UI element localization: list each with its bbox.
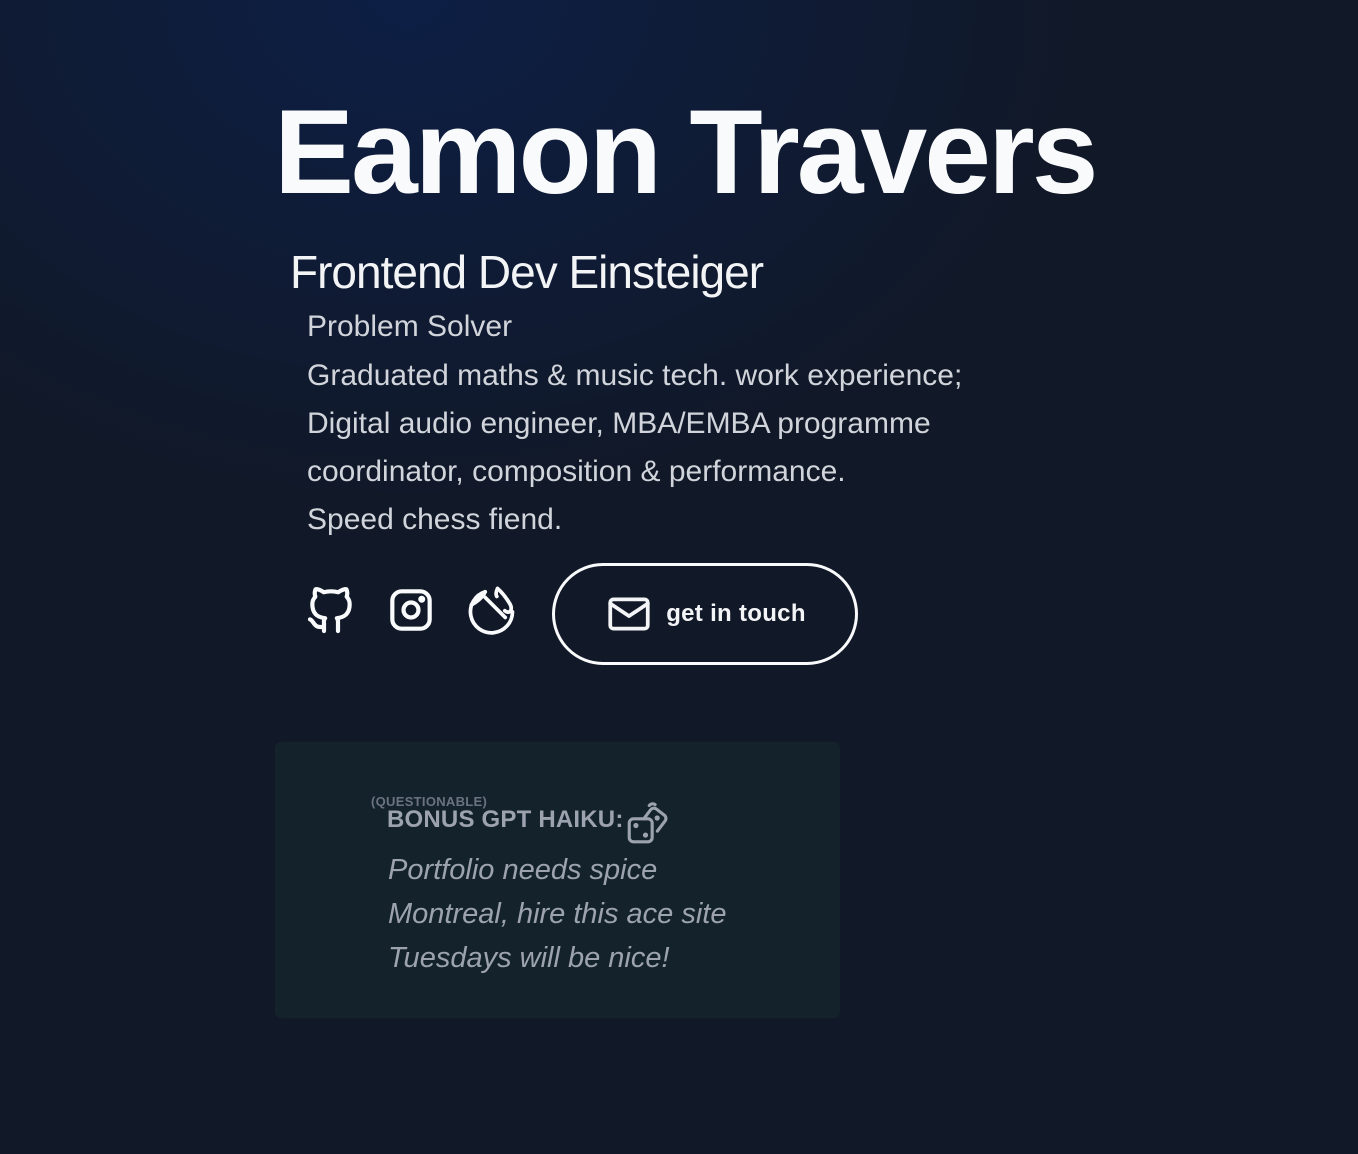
bio-line: Digital audio engineer, MBA/EMBA program… <box>307 407 931 440</box>
get-in-touch-button[interactable]: get in touch <box>552 563 858 665</box>
new-haiku-button[interactable] <box>623 798 673 848</box>
haiku-line: Montreal, hire this ace site <box>388 898 727 930</box>
get-in-touch-label: get in touch <box>666 600 806 627</box>
dice-icon <box>627 802 668 844</box>
instagram-link[interactable] <box>383 582 439 638</box>
haiku-line: Portfolio needs spice <box>388 854 658 886</box>
social-links <box>303 582 543 638</box>
lichess-icon <box>468 586 515 635</box>
github-icon <box>307 587 352 634</box>
tagline: Problem Solver <box>307 310 513 343</box>
bio: Graduated maths & music tech. work exper… <box>307 352 1067 544</box>
haiku-text: Portfolio needs spice Montreal, hire thi… <box>388 848 726 980</box>
page-title: Eamon Travers <box>274 85 1098 219</box>
github-link[interactable] <box>303 582 359 638</box>
lichess-link[interactable] <box>463 582 519 638</box>
bio-line: Speed chess fiend. <box>307 503 563 536</box>
job-title: Frontend Dev Einsteiger <box>290 246 764 298</box>
haiku-card: (QUESTIONABLE) BONUS GPT HAIKU: Portfoli… <box>275 742 840 1018</box>
instagram-icon <box>390 589 432 631</box>
bio-line: coordinator, composition & performance. <box>307 455 846 488</box>
mail-icon <box>608 597 650 631</box>
bio-line: Graduated maths & music tech. work exper… <box>307 359 963 392</box>
haiku-line: Tuesdays will be nice! <box>388 942 670 974</box>
haiku-heading: BONUS GPT HAIKU: <box>387 806 624 833</box>
